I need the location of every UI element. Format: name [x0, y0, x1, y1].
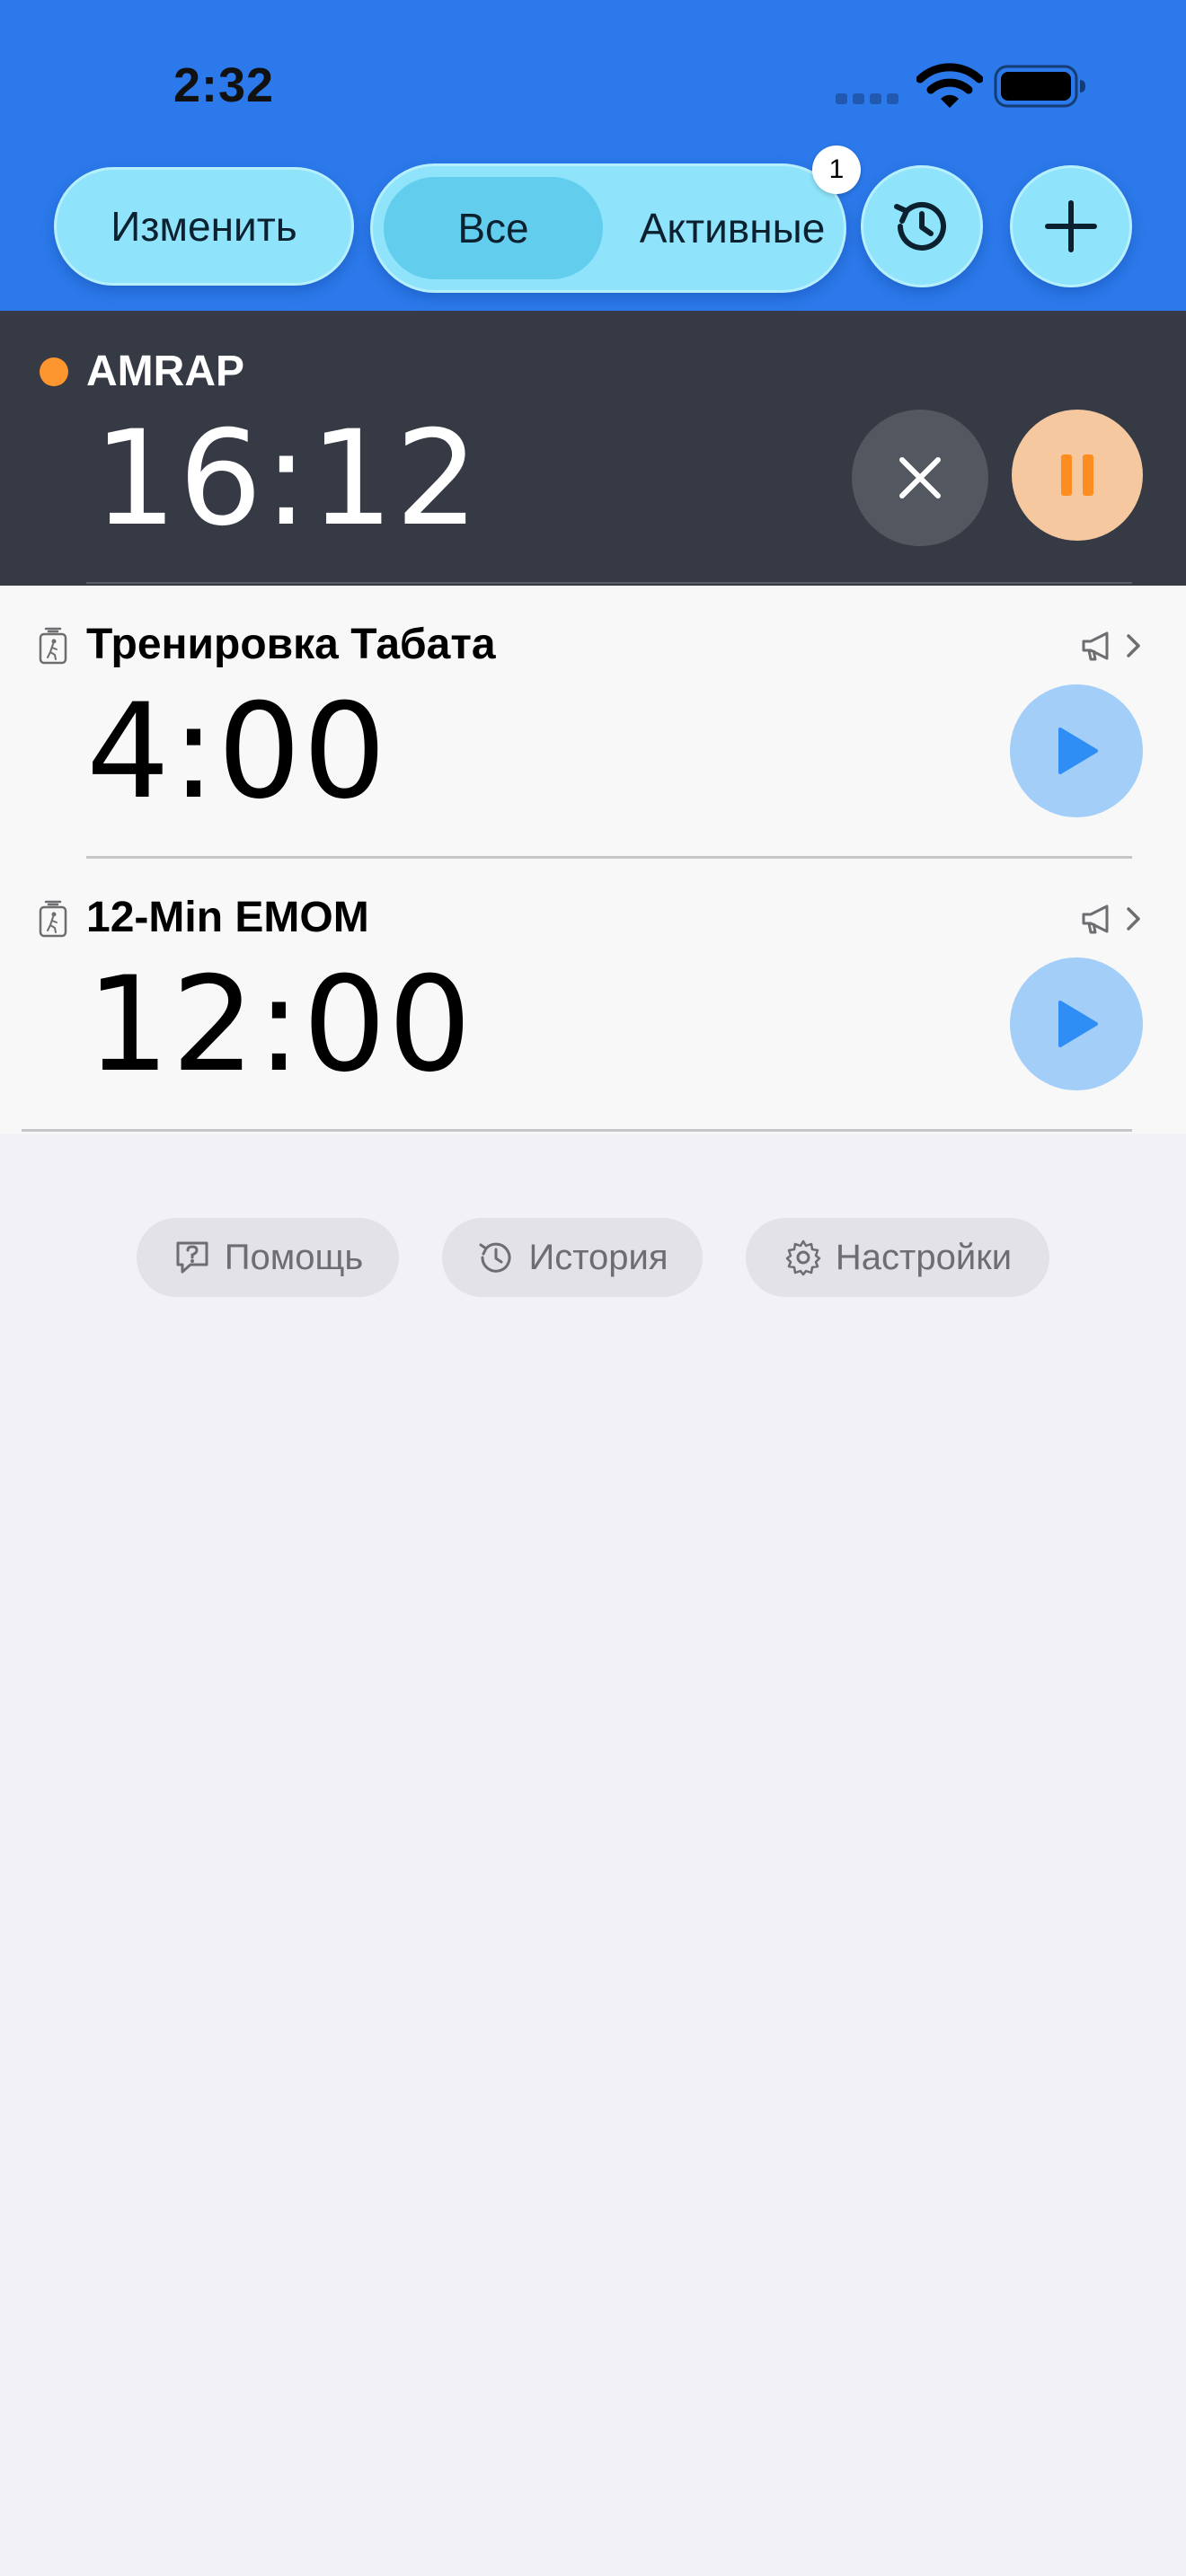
segment-all[interactable]: Все	[384, 177, 603, 279]
status-icons	[836, 61, 1087, 115]
chevron-right-icon	[1127, 634, 1140, 657]
active-timer-name: AMRAP	[86, 348, 244, 395]
active-timer-row[interactable]: AMRAP 16:12	[0, 311, 1186, 586]
segment-active[interactable]: Активные	[624, 177, 840, 279]
help-button[interactable]: Помощь	[137, 1218, 399, 1297]
workout-timer-icon	[39, 627, 67, 665]
close-icon	[899, 457, 941, 498]
timer-name: 12-Min EMOM	[86, 894, 369, 941]
filter-segmented-control: Все Активные	[370, 163, 846, 293]
gear-icon	[785, 1239, 821, 1276]
cellular-signal-icon	[836, 93, 898, 104]
megaphone-icon	[1082, 631, 1109, 661]
plus-icon	[1045, 200, 1097, 252]
clock-arrow-icon	[479, 1242, 511, 1273]
help-label: Помощь	[224, 1237, 364, 1277]
settings-label: Настройки	[835, 1237, 1013, 1277]
timer-row-emom[interactable]: 12-Min EMOM 12:00	[0, 859, 1186, 1132]
workout-timer-icon	[39, 900, 67, 938]
history-button[interactable]	[861, 165, 983, 287]
play-icon	[1058, 728, 1098, 774]
add-timer-button[interactable]	[1010, 165, 1132, 287]
battery-icon	[994, 65, 1085, 108]
timer-row-tabata[interactable]: Тренировка Табата 4:00	[0, 586, 1186, 859]
clock-arrow-icon	[894, 201, 946, 251]
play-timer-button[interactable]	[1010, 684, 1143, 817]
divider	[86, 582, 1132, 584]
timer-duration: 12:00	[86, 948, 474, 1101]
active-timer-time: 16:12	[93, 402, 481, 555]
pause-timer-button[interactable]	[1012, 410, 1143, 541]
header-bar: 2:32 Изменить Все Активные 1	[0, 0, 1186, 311]
cancel-timer-button[interactable]	[852, 410, 988, 546]
timer-list: Тренировка Табата 4:00 12-Min EMOM 12:00	[0, 586, 1186, 1134]
status-time: 2:32	[173, 58, 275, 112]
history-link-button[interactable]: История	[442, 1218, 703, 1297]
pause-icon	[1061, 454, 1093, 496]
chevron-right-icon	[1127, 907, 1140, 931]
divider	[22, 1129, 1132, 1132]
play-timer-button[interactable]	[1010, 957, 1143, 1090]
edit-button[interactable]: Изменить	[54, 167, 354, 286]
wifi-icon	[916, 63, 983, 108]
play-icon	[1058, 1001, 1098, 1047]
history-label: История	[528, 1237, 668, 1277]
timer-duration: 4:00	[86, 675, 388, 828]
active-count-badge: 1	[812, 146, 861, 194]
timer-name: Тренировка Табата	[86, 621, 496, 668]
running-indicator-dot	[40, 357, 68, 386]
settings-button[interactable]: Настройки	[746, 1218, 1049, 1297]
question-bubble-icon	[176, 1241, 208, 1274]
megaphone-icon	[1082, 904, 1109, 934]
